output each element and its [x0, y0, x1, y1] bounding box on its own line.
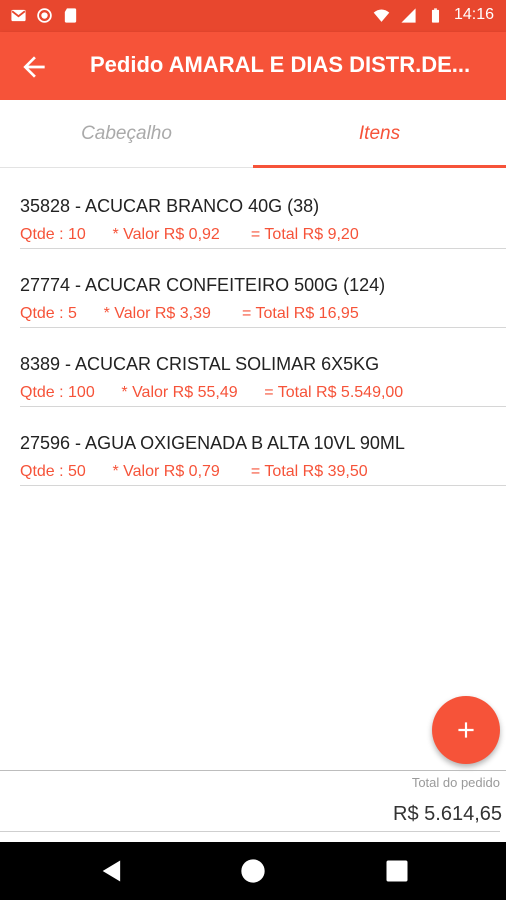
item-name: 27596 - AGUA OXIGENADA B ALTA 10VL 90ML: [20, 433, 405, 453]
items-list: 35828 - ACUCAR BRANCO 40G (38) Qtde : 10…: [0, 170, 506, 486]
list-item[interactable]: 27596 - AGUA OXIGENADA B ALTA 10VL 90ML …: [20, 407, 506, 486]
order-total-footer: Total do pedido R$ 5.614,65: [0, 770, 506, 842]
battery-icon: [431, 7, 439, 23]
item-details: Qtde : 5 * Valor R$ 3,39 = Total R$ 16,9…: [20, 305, 359, 322]
total-value: R$ 5.614,65: [393, 803, 502, 825]
list-item[interactable]: 27774 - ACUCAR CONFEITEIRO 500G (124) Qt…: [20, 249, 506, 328]
tab-indicator: [253, 165, 506, 168]
back-triangle-icon[interactable]: [98, 857, 126, 885]
tab-itens[interactable]: Itens: [253, 100, 506, 168]
tab-bar: Cabeçalho Itens: [0, 100, 506, 168]
page-title: Pedido AMARAL E DIAS DISTR.DE...: [90, 52, 471, 77]
status-bar: 14:16: [0, 0, 506, 32]
item-name: 27774 - ACUCAR CONFEITEIRO 500G (124): [20, 275, 386, 295]
app-bar: Pedido AMARAL E DIAS DISTR.DE...: [0, 32, 506, 100]
add-item-button[interactable]: [432, 696, 500, 764]
list-item[interactable]: 35828 - ACUCAR BRANCO 40G (38) Qtde : 10…: [20, 170, 506, 249]
list-item[interactable]: 8389 - ACUCAR CRISTAL SOLIMAR 6X5KG Qtde…: [20, 328, 506, 407]
item-name: 8389 - ACUCAR CRISTAL SOLIMAR 6X5KG: [20, 354, 380, 374]
tab-cabecalho[interactable]: Cabeçalho: [0, 100, 253, 168]
item-details: Qtde : 100 * Valor R$ 55,49 = Total R$ 5…: [20, 384, 404, 401]
system-nav-bar: [0, 842, 506, 900]
arrow-back-icon[interactable]: [18, 51, 50, 83]
home-circle-icon[interactable]: [239, 857, 267, 885]
divider: [0, 831, 500, 832]
system-icons: 14:16: [373, 6, 494, 24]
record-icon: [37, 8, 52, 23]
gmail-icon: [11, 9, 26, 22]
clock: 14:16: [453, 6, 494, 23]
item-details: Qtde : 10 * Valor R$ 0,92 = Total R$ 9,2…: [20, 226, 359, 243]
plus-icon: [458, 722, 474, 738]
signal-icon: [401, 7, 416, 23]
item-details: Qtde : 50 * Valor R$ 0,79 = Total R$ 39,…: [20, 463, 368, 480]
wifi-icon: [373, 8, 390, 22]
total-label: Total do pedido: [411, 775, 500, 790]
recents-square-icon[interactable]: [383, 857, 411, 885]
sd-card-icon: [64, 8, 77, 23]
notification-icons: [10, 7, 79, 24]
item-name: 35828 - ACUCAR BRANCO 40G (38): [20, 196, 320, 216]
